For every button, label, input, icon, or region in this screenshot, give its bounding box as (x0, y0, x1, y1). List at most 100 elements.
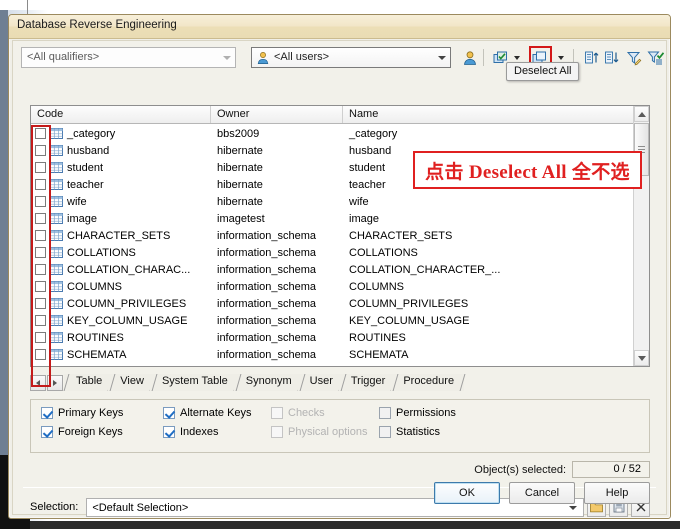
row-checkbox[interactable] (35, 145, 46, 156)
cell-code: _category (31, 128, 211, 140)
ok-button[interactable]: OK (434, 482, 500, 504)
toolbar-separator (483, 49, 484, 66)
cancel-button[interactable]: Cancel (509, 482, 575, 504)
table-row[interactable]: SCHEMATA information_schema SCHEMATA (31, 346, 649, 363)
grid-vertical-scrollbar[interactable] (633, 106, 649, 366)
option-label: Alternate Keys (180, 407, 252, 419)
user-filter-button[interactable] (459, 47, 480, 68)
row-checkbox[interactable] (35, 162, 46, 173)
table-row[interactable]: COLUMNS information_schema COLUMNS (31, 278, 649, 295)
object-count-status: Object(s) selected: 0 / 52 (474, 461, 650, 478)
user-icon (257, 52, 269, 64)
chevron-down-icon (637, 355, 646, 361)
cell-code-text: ROUTINES (67, 331, 124, 344)
option-permissions[interactable]: Permissions (379, 407, 456, 419)
tab-table[interactable]: Table (64, 374, 113, 391)
cell-name: COLUMN_PRIVILEGES (349, 297, 469, 310)
cell-owner: hibernate (217, 144, 263, 157)
title-bar: Database Reverse Engineering (9, 15, 670, 39)
user-dropdown[interactable]: <All users> (251, 47, 451, 68)
table-row[interactable]: KEY_COLUMN_USAGE information_schema KEY_CO… (31, 312, 649, 329)
qualifier-dropdown[interactable]: <All qualifiers> (21, 47, 236, 68)
tab-label: View (120, 375, 144, 387)
cell-code-text: husband (67, 144, 110, 157)
option-indexes[interactable]: Indexes (163, 426, 219, 438)
column-header-name[interactable]: Name (343, 106, 649, 123)
option-physical-options: Physical options (271, 426, 368, 438)
table-row[interactable]: COLLATIONS information_schema COLLATIONS (31, 244, 649, 261)
table-row[interactable]: _category bbs2009 _category (31, 125, 649, 142)
table-row[interactable]: image imagetest image (31, 210, 649, 227)
chevron-down-icon (223, 56, 231, 60)
row-checkbox[interactable] (35, 196, 46, 207)
row-checkbox[interactable] (35, 230, 46, 241)
option-foreign-keys[interactable]: Foreign Keys (41, 426, 123, 438)
cell-code-text: student (67, 161, 104, 174)
cell-code-text: COLLATIONS (67, 246, 136, 259)
cell-name: wife (349, 195, 369, 208)
desktop-left-edge (0, 0, 8, 529)
option-primary-keys[interactable]: Primary Keys (41, 407, 123, 419)
row-checkbox[interactable] (35, 179, 46, 190)
row-checkbox[interactable] (35, 128, 46, 139)
tab-trigger[interactable]: Trigger (338, 374, 396, 391)
cell-code-text: COLLATION_CHARAC... (67, 263, 191, 276)
cell-code: COLUMNS (31, 281, 211, 293)
cell-code: COLLATIONS (31, 247, 211, 259)
window-title: Database Reverse Engineering (17, 19, 177, 31)
cell-owner: bbs2009 (217, 127, 260, 140)
table-icon (50, 298, 63, 309)
option-label: Foreign Keys (58, 426, 123, 438)
table-row[interactable]: COLLATION_CHARAC... information_schema COL… (31, 261, 649, 278)
selection-label: Selection: (30, 501, 79, 513)
tab-synonym[interactable]: Synonym (233, 374, 302, 391)
option-statistics[interactable]: Statistics (379, 426, 440, 438)
row-checkbox[interactable] (35, 349, 46, 360)
checkbox-icon (163, 407, 175, 419)
apply-filter-button[interactable] (645, 47, 666, 68)
table-row[interactable]: COLUMN_PRIVILEGES information_schema COLUM… (31, 295, 649, 312)
row-checkbox[interactable] (35, 332, 46, 343)
desktop-right-edge (674, 0, 680, 529)
user-dropdown-value: <All users> (274, 51, 330, 63)
scroll-down-button[interactable] (634, 350, 649, 366)
desktop-bottom-edge (0, 521, 680, 529)
option-label: Primary Keys (58, 407, 124, 419)
edit-filter-button[interactable] (623, 47, 644, 68)
chevron-up-icon (637, 111, 646, 117)
help-button[interactable]: Help (584, 482, 650, 504)
table-row[interactable]: ROUTINES information_schema ROUTINES (31, 329, 649, 346)
database-reverse-engineering-dialog: Database Reverse Engineering <All qualif… (8, 14, 671, 519)
row-checkbox[interactable] (35, 247, 46, 258)
tab-view[interactable]: View (108, 374, 154, 391)
table-row[interactable]: wife hibernate wife (31, 193, 649, 210)
cell-code: teacher (31, 179, 211, 191)
option-checks: Checks (271, 407, 325, 419)
table-icon (50, 145, 63, 156)
column-header-owner[interactable]: Owner (211, 106, 343, 123)
row-checkbox[interactable] (35, 264, 46, 275)
column-header-code[interactable]: Code (31, 106, 211, 123)
cell-name: CHARACTER_SETS (349, 229, 453, 242)
tab-scroll-right-button[interactable] (47, 375, 63, 391)
cell-code-text: CHARACTER_SETS (67, 229, 171, 242)
tab-label: Trigger (350, 375, 386, 387)
selection-dropdown-value: <Default Selection> (92, 501, 189, 514)
dialog-button-row: OK Cancel Help (425, 482, 650, 504)
option-alternate-keys[interactable]: Alternate Keys (163, 407, 252, 419)
tab-procedure[interactable]: Procedure (391, 374, 465, 391)
table-row[interactable]: CHARACTER_SETS information_schema CHARACTE… (31, 227, 649, 244)
tab-system-table[interactable]: System Table (149, 374, 238, 391)
cell-owner: information_schema (217, 297, 317, 310)
tab-scroll-left-button[interactable] (30, 375, 46, 391)
row-checkbox[interactable] (35, 315, 46, 326)
sort-descending-button[interactable] (601, 47, 622, 68)
cell-owner: information_schema (217, 348, 317, 361)
table-icon (50, 315, 63, 326)
scroll-up-button[interactable] (634, 106, 649, 122)
sort-ascending-button[interactable] (581, 47, 602, 68)
tab-user[interactable]: User (297, 374, 343, 391)
row-checkbox[interactable] (35, 281, 46, 292)
row-checkbox[interactable] (35, 213, 46, 224)
row-checkbox[interactable] (35, 298, 46, 309)
